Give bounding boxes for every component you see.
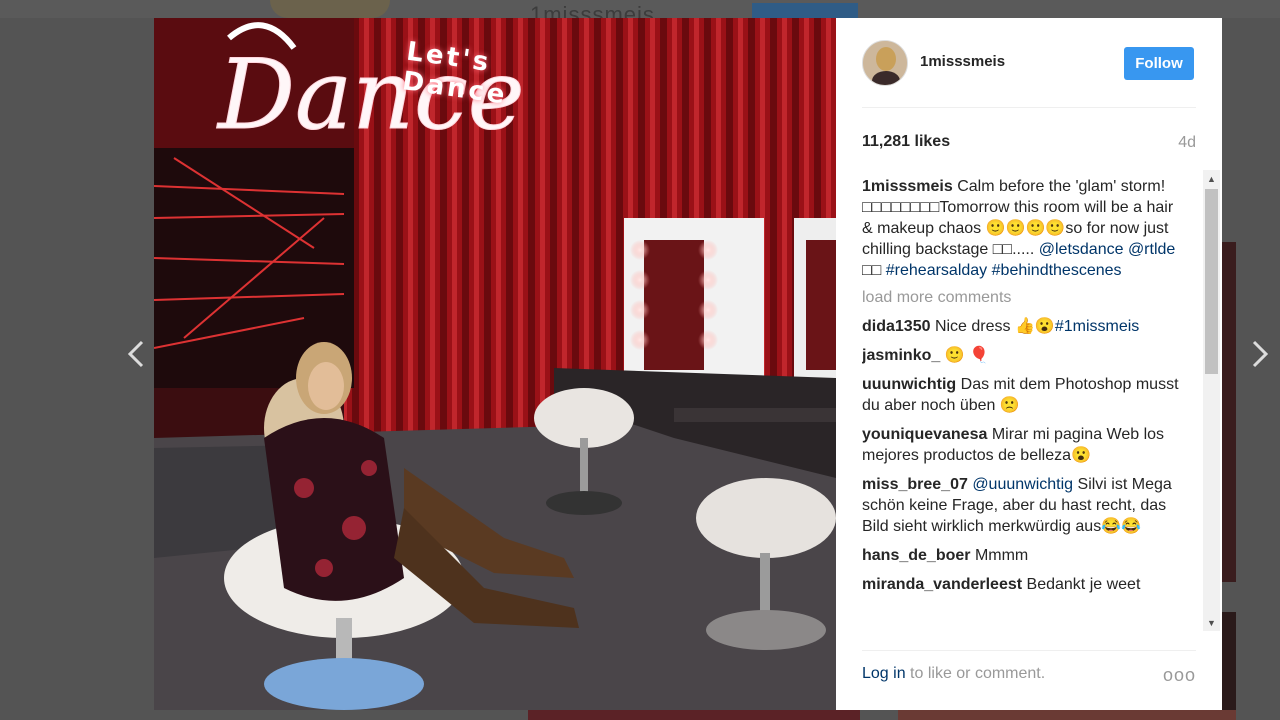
post-header: 1misssmeis Follow	[862, 38, 1196, 108]
caption-user[interactable]: 1misssmeis	[862, 178, 953, 195]
load-more-comments-link[interactable]: load more comments	[862, 289, 1202, 307]
caption: 1misssmeis Calm before the 'glam' storm!…	[862, 176, 1182, 281]
post-footer: Log in to like or comment. ooo	[862, 650, 1196, 698]
likes-count[interactable]: 11,281 likes	[862, 133, 950, 151]
comment-text: Bedankt je weet	[1026, 576, 1141, 593]
list-item: miranda_vanderleest Bedankt je weet	[862, 574, 1182, 595]
post-modal: Dance Let's Dance 1misssmeis Follow 11,2…	[154, 18, 1222, 710]
comments-list: 1misssmeis Calm before the 'glam' storm!…	[862, 176, 1202, 632]
background-thumbnail	[1222, 612, 1236, 720]
comment-user[interactable]: hans_de_boer	[862, 547, 970, 564]
list-item: hans_de_boer Mmmm	[862, 545, 1182, 566]
comment-user[interactable]: dida1350	[862, 318, 930, 335]
caption-mention[interactable]: @rtlde	[1128, 241, 1175, 258]
background-avatar	[270, 0, 390, 18]
comment-user[interactable]: miss_bree_07	[862, 476, 968, 493]
background-thumbnail	[1222, 242, 1236, 582]
next-post-arrow-icon[interactable]	[1248, 336, 1272, 372]
login-prompt-text: to like or comment.	[905, 665, 1046, 682]
comment-text: 🙂 🎈	[944, 347, 990, 364]
post-sidebar: 1misssmeis Follow 11,281 likes 4d 1misss…	[836, 18, 1222, 710]
list-item: youniquevanesa Mirar mi pagina Web los m…	[862, 424, 1182, 466]
post-photo: Dance Let's Dance	[154, 18, 836, 710]
caption-text: □□	[862, 262, 882, 279]
post-age[interactable]: 4d	[1178, 134, 1196, 152]
scroll-down-icon[interactable]: ▼	[1203, 614, 1220, 631]
comment-user[interactable]: youniquevanesa	[862, 426, 987, 443]
background-thumbnail	[898, 710, 1236, 720]
background-thumbnail	[528, 710, 860, 720]
background-follow-button	[752, 3, 858, 18]
comment-link[interactable]: @uuunwichtig	[972, 476, 1073, 493]
comment-user[interactable]: uuunwichtig	[862, 376, 956, 393]
avatar[interactable]	[862, 40, 908, 86]
caption-mention[interactable]: @letsdance	[1039, 241, 1124, 258]
comment-link[interactable]: #1missmeis	[1055, 318, 1139, 335]
comment-user[interactable]: jasminko_	[862, 347, 940, 364]
comment-text: Nice dress 👍😮	[934, 318, 1055, 335]
list-item: uuunwichtig Das mit dem Photoshop musst …	[862, 374, 1182, 416]
login-link[interactable]: Log in	[862, 665, 906, 682]
login-prompt: Log in to like or comment.	[862, 665, 1045, 683]
scroll-up-icon[interactable]: ▲	[1203, 170, 1220, 187]
follow-button[interactable]: Follow	[1124, 47, 1194, 80]
more-options-icon[interactable]: ooo	[1163, 665, 1196, 686]
list-item: dida1350 Nice dress 👍😮#1missmeis	[862, 316, 1182, 337]
comment-user[interactable]: miranda_vanderleest	[862, 576, 1022, 593]
post-username[interactable]: 1misssmeis	[920, 53, 1005, 70]
list-item: miss_bree_07 @uuunwichtig Silvi ist Mega…	[862, 474, 1182, 537]
comment-text: Mmmm	[974, 547, 1029, 564]
list-item: jasminko_ 🙂 🎈	[862, 345, 1182, 366]
post-photo-illustration: Dance	[154, 18, 836, 710]
caption-hashtag[interactable]: #behindthescenes	[992, 262, 1122, 279]
comments-scrollbar[interactable]: ▲ ▼	[1203, 170, 1220, 631]
previous-post-arrow-icon[interactable]	[124, 336, 148, 372]
caption-hashtag[interactable]: #rehearsalday	[886, 262, 987, 279]
scrollbar-thumb[interactable]	[1205, 189, 1218, 374]
